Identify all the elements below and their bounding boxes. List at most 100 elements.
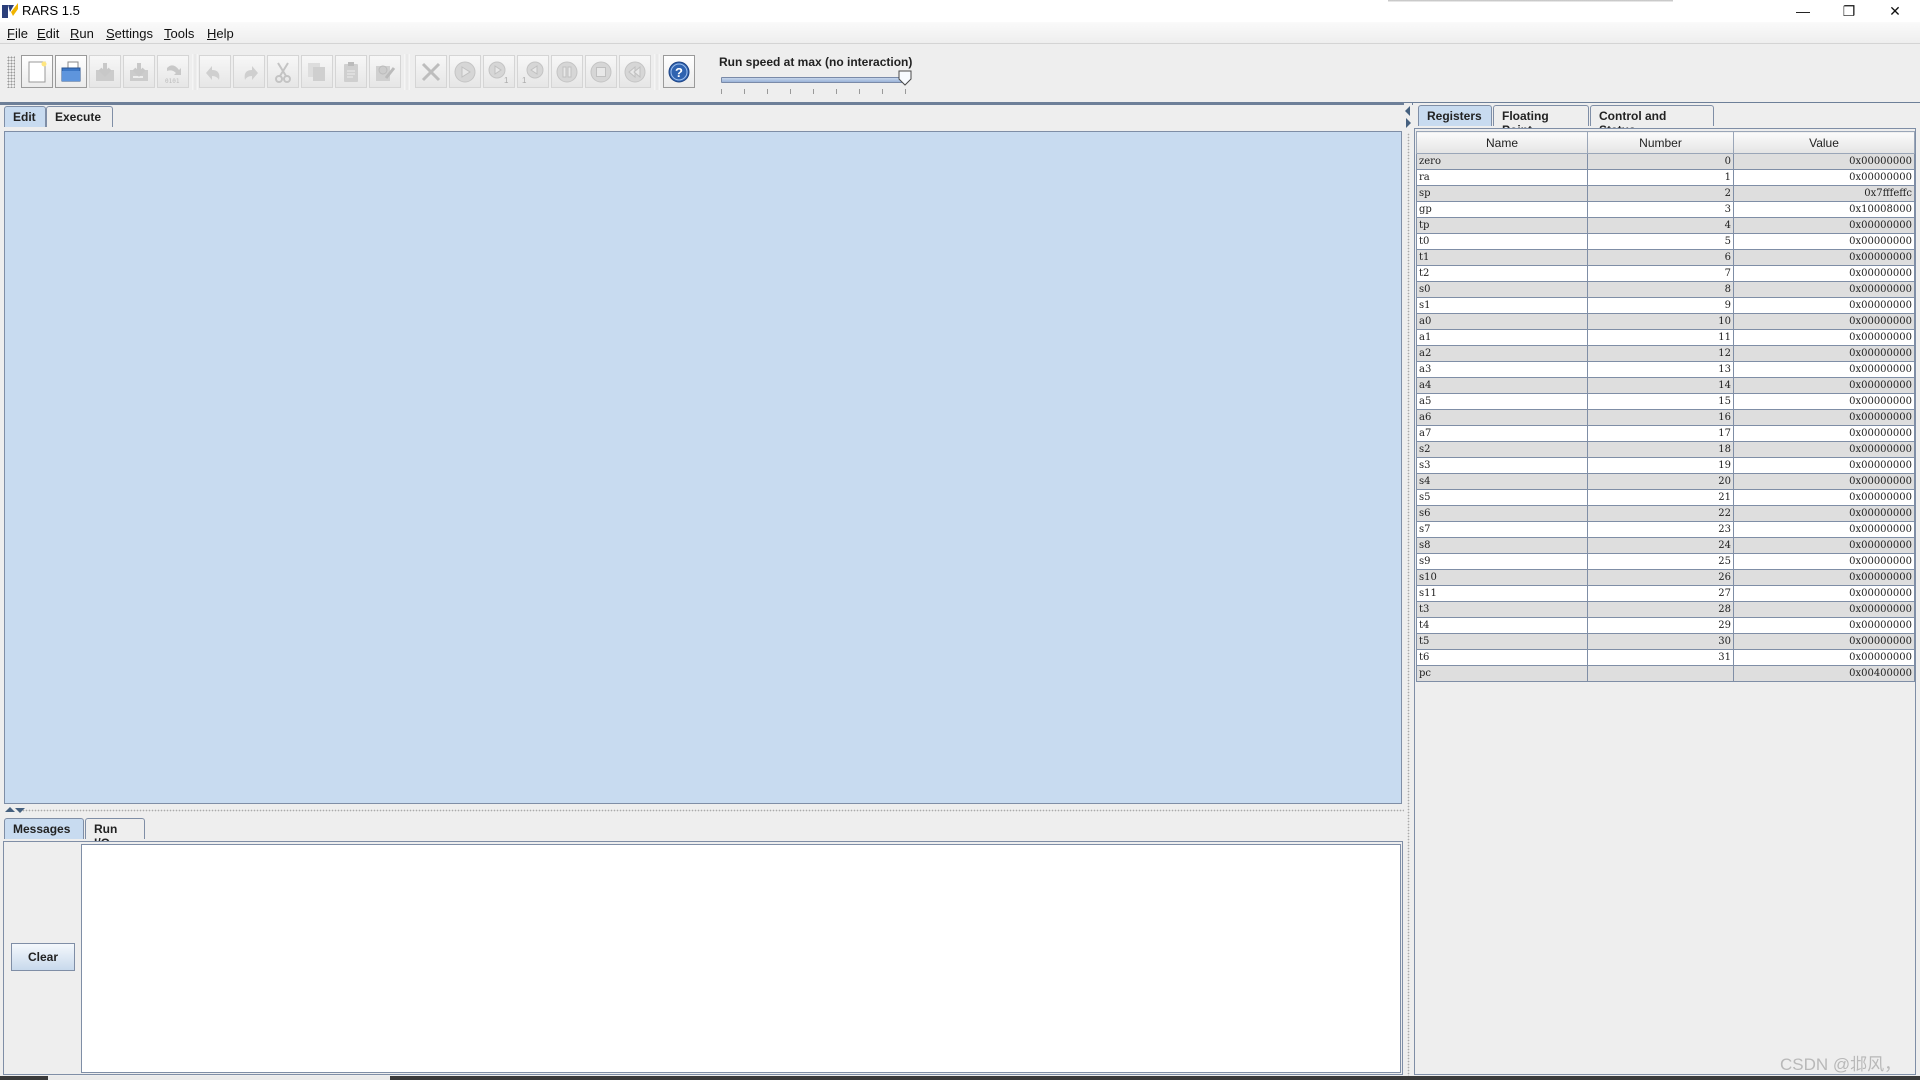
register-row[interactable]: s8 24 0x00000000 <box>1416 537 1915 554</box>
register-value-cell[interactable]: 0x00000000 <box>1733 377 1915 394</box>
menu-run[interactable]: Run <box>70 26 94 41</box>
tab-execute[interactable]: Execute <box>46 106 113 127</box>
register-row[interactable]: s2 18 0x00000000 <box>1416 441 1915 458</box>
paste-button[interactable] <box>335 55 367 88</box>
register-value-cell[interactable]: 0x00000000 <box>1733 553 1915 570</box>
register-row[interactable]: s7 23 0x00000000 <box>1416 521 1915 538</box>
register-value-cell[interactable]: 0x00000000 <box>1733 617 1915 634</box>
register-value-cell[interactable]: 0x7fffeffc <box>1733 185 1915 202</box>
register-value-cell[interactable]: 0x10008000 <box>1733 201 1915 218</box>
clear-button[interactable]: Clear <box>11 943 75 971</box>
register-value-cell[interactable]: 0x00000000 <box>1733 409 1915 426</box>
stop-button[interactable] <box>585 55 617 88</box>
open-file-button[interactable] <box>55 55 87 88</box>
split-divider-horizontal[interactable] <box>0 806 1404 814</box>
register-row[interactable]: s3 19 0x00000000 <box>1416 457 1915 474</box>
register-value-cell[interactable]: 0x00400000 <box>1733 665 1915 682</box>
menu-file[interactable]: File <box>7 26 28 41</box>
register-value-cell[interactable]: 0x00000000 <box>1733 249 1915 266</box>
register-row[interactable]: sp 2 0x7fffeffc <box>1416 185 1915 202</box>
menu-edit[interactable]: Edit <box>37 26 59 41</box>
register-value-cell[interactable]: 0x00000000 <box>1733 169 1915 186</box>
register-row[interactable]: a7 17 0x00000000 <box>1416 425 1915 442</box>
messages-text-area[interactable] <box>81 844 1401 1073</box>
register-value-cell[interactable]: 0x00000000 <box>1733 537 1915 554</box>
register-row[interactable]: a2 12 0x00000000 <box>1416 345 1915 362</box>
tab-messages[interactable]: Messages <box>4 818 84 839</box>
editor-area[interactable] <box>4 131 1402 804</box>
menu-help[interactable]: Help <box>207 26 234 41</box>
register-row[interactable]: a1 11 0x00000000 <box>1416 329 1915 346</box>
register-row[interactable]: a6 16 0x00000000 <box>1416 409 1915 426</box>
register-value-cell[interactable]: 0x00000000 <box>1733 281 1915 298</box>
register-value-cell[interactable]: 0x00000000 <box>1733 345 1915 362</box>
tab-registers[interactable]: Registers <box>1418 105 1492 126</box>
save-as-button[interactable] <box>123 55 155 88</box>
register-value-cell[interactable]: 0x00000000 <box>1733 393 1915 410</box>
copy-button[interactable] <box>301 55 333 88</box>
cut-button[interactable] <box>267 55 299 88</box>
pause-button[interactable] <box>551 55 583 88</box>
register-row[interactable]: s4 20 0x00000000 <box>1416 473 1915 490</box>
register-row[interactable]: t1 6 0x00000000 <box>1416 249 1915 266</box>
register-row[interactable]: ra 1 0x00000000 <box>1416 169 1915 186</box>
register-value-cell[interactable]: 0x00000000 <box>1733 329 1915 346</box>
register-value-cell[interactable]: 0x00000000 <box>1733 585 1915 602</box>
new-file-button[interactable] <box>21 55 53 88</box>
register-value-cell[interactable]: 0x00000000 <box>1733 521 1915 538</box>
register-value-cell[interactable]: 0x00000000 <box>1733 649 1915 666</box>
register-value-cell[interactable]: 0x00000000 <box>1733 505 1915 522</box>
register-value-cell[interactable]: 0x00000000 <box>1733 313 1915 330</box>
register-value-cell[interactable]: 0x00000000 <box>1733 601 1915 618</box>
step-button[interactable]: 1 <box>483 55 515 88</box>
register-row[interactable]: t5 30 0x00000000 <box>1416 633 1915 650</box>
help-button[interactable]: ? <box>663 55 695 88</box>
tab-floating-point[interactable]: Floating Point <box>1493 105 1589 137</box>
register-value-cell[interactable]: 0x00000000 <box>1733 361 1915 378</box>
register-value-cell[interactable]: 0x00000000 <box>1733 441 1915 458</box>
register-value-cell[interactable]: 0x00000000 <box>1733 425 1915 442</box>
register-row[interactable]: a5 15 0x00000000 <box>1416 393 1915 410</box>
run-button[interactable] <box>449 55 481 88</box>
column-header-name[interactable]: Name <box>1416 131 1588 154</box>
register-value-cell[interactable]: 0x00000000 <box>1733 265 1915 282</box>
register-row[interactable]: a4 14 0x00000000 <box>1416 377 1915 394</box>
register-row[interactable]: t0 5 0x00000000 <box>1416 233 1915 250</box>
assemble-button[interactable] <box>415 55 447 88</box>
toolbar-grip[interactable] <box>7 56 15 88</box>
register-row[interactable]: t4 29 0x00000000 <box>1416 617 1915 634</box>
register-value-cell[interactable]: 0x00000000 <box>1733 233 1915 250</box>
arrow-right-icon[interactable] <box>1406 118 1411 128</box>
register-row[interactable]: pc 0x00400000 <box>1416 665 1915 682</box>
dump-memory-button[interactable]: 0101 <box>157 55 189 88</box>
register-row[interactable]: a3 13 0x00000000 <box>1416 361 1915 378</box>
register-row[interactable]: s0 8 0x00000000 <box>1416 281 1915 298</box>
arrow-left-icon[interactable] <box>1405 106 1410 116</box>
tab-run-io[interactable]: Run I/O <box>85 818 145 850</box>
menu-tools[interactable]: Tools <box>164 26 194 41</box>
backstep-button[interactable]: 1 <box>517 55 549 88</box>
maximize-button[interactable]: ❐ <box>1826 0 1872 22</box>
register-value-cell[interactable]: 0x00000000 <box>1733 457 1915 474</box>
find-replace-button[interactable] <box>369 55 401 88</box>
register-row[interactable]: t6 31 0x00000000 <box>1416 649 1915 666</box>
register-value-cell[interactable]: 0x00000000 <box>1733 489 1915 506</box>
register-row[interactable]: zero 0 0x00000000 <box>1416 153 1915 170</box>
column-header-number[interactable]: Number <box>1587 131 1734 154</box>
register-row[interactable]: s6 22 0x00000000 <box>1416 505 1915 522</box>
register-value-cell[interactable]: 0x00000000 <box>1733 217 1915 234</box>
register-row[interactable]: s5 21 0x00000000 <box>1416 489 1915 506</box>
register-value-cell[interactable]: 0x00000000 <box>1733 153 1915 170</box>
arrow-up-icon[interactable] <box>5 807 15 812</box>
split-divider-vertical[interactable] <box>1404 103 1412 1080</box>
register-row[interactable]: t3 28 0x00000000 <box>1416 601 1915 618</box>
run-speed-slider[interactable] <box>721 77 907 83</box>
menu-settings[interactable]: Settings <box>106 26 153 41</box>
register-row[interactable]: s11 27 0x00000000 <box>1416 585 1915 602</box>
register-row[interactable]: s1 9 0x00000000 <box>1416 297 1915 314</box>
reset-button[interactable] <box>619 55 651 88</box>
register-value-cell[interactable]: 0x00000000 <box>1733 633 1915 650</box>
redo-button[interactable] <box>233 55 265 88</box>
register-value-cell[interactable]: 0x00000000 <box>1733 297 1915 314</box>
close-button[interactable]: ✕ <box>1872 0 1918 22</box>
